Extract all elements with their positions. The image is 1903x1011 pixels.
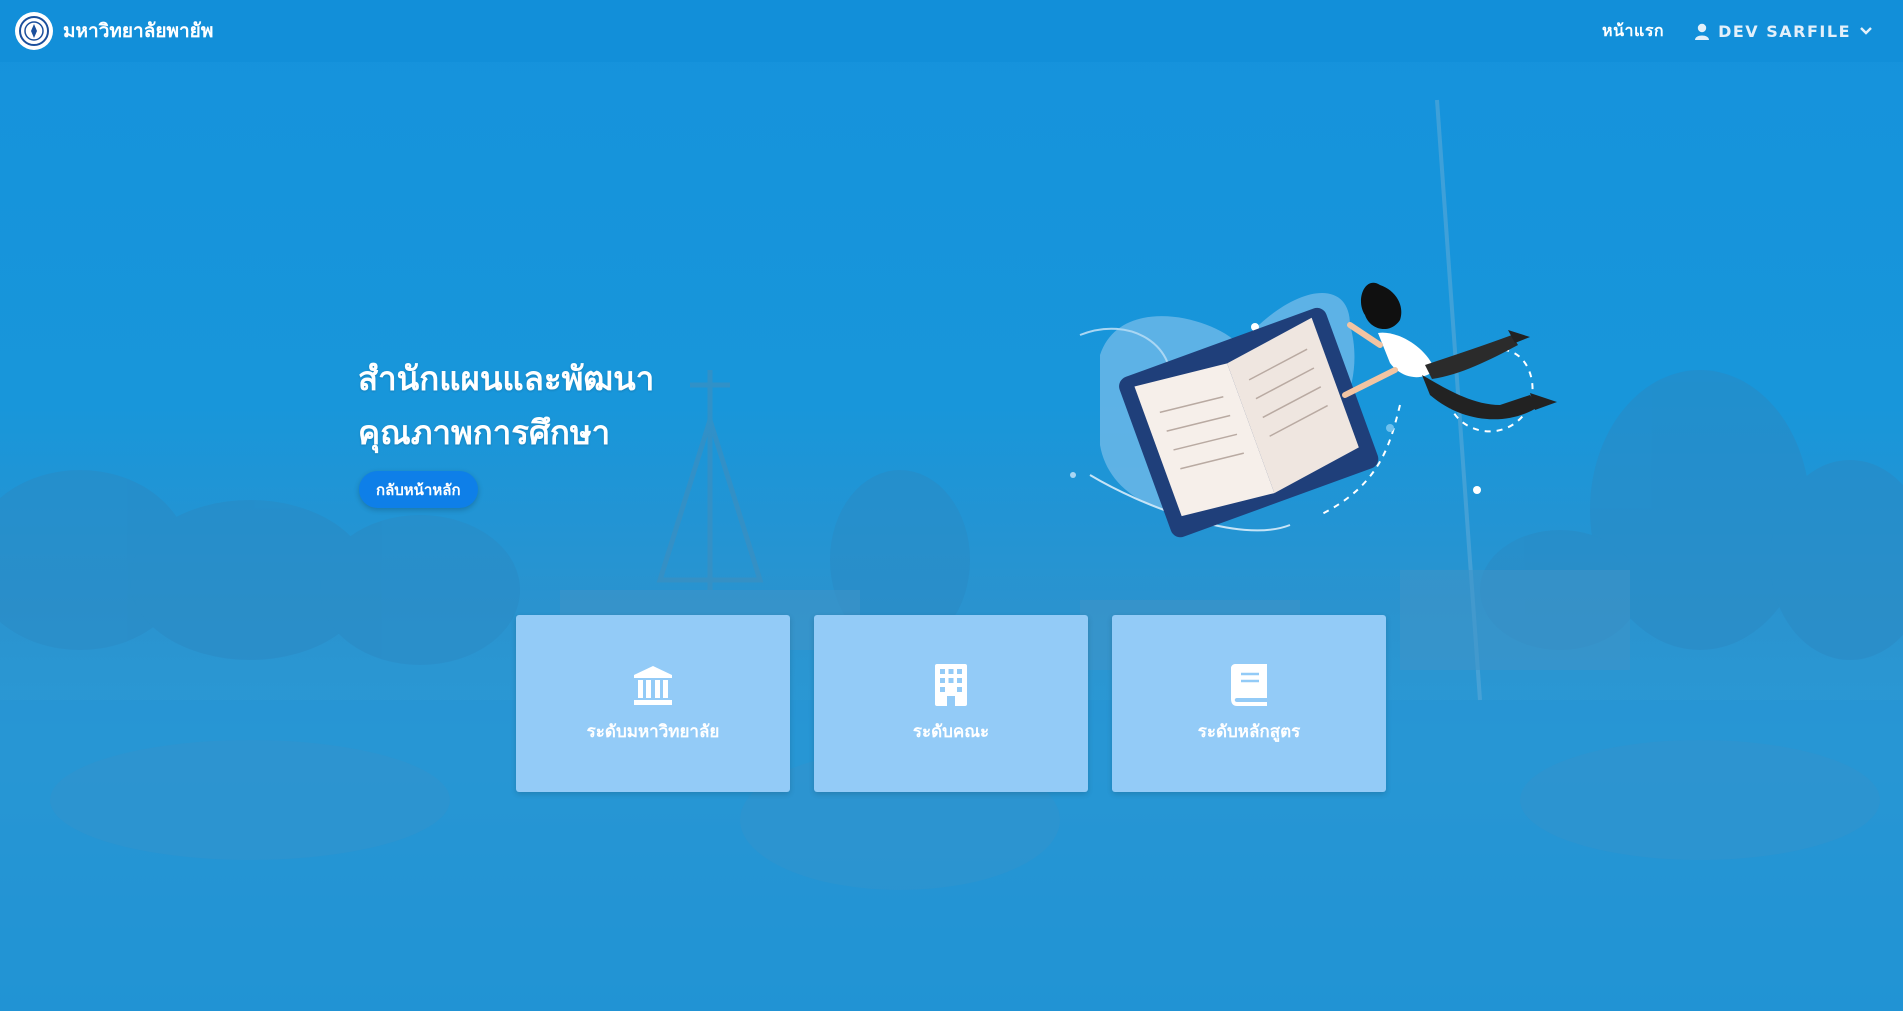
- top-navbar: มหาวิทยาลัยพายัพ หน้าแรก DEV SARFILE: [0, 0, 1903, 62]
- home-link[interactable]: หน้าแรก: [1602, 19, 1664, 44]
- university-logo-icon: [15, 12, 53, 50]
- flying-reader-illustration: [1060, 275, 1580, 599]
- university-icon: [632, 662, 674, 706]
- card-university-level[interactable]: ระดับมหาวิทยาลัย: [516, 615, 790, 792]
- user-name: DEV SARFILE: [1718, 21, 1851, 41]
- user-icon: [1695, 23, 1710, 40]
- brand-name: มหาวิทยาลัยพายัพ: [63, 20, 214, 42]
- card-label: ระดับหลักสูตร: [1197, 722, 1301, 742]
- chevron-down-icon: [1860, 27, 1872, 35]
- back-to-home-button[interactable]: กลับหน้าหลัก: [359, 471, 478, 508]
- level-cards: ระดับมหาวิทยาลัย ระดับคณะ ระดับหลักสูตร: [516, 615, 1386, 792]
- card-label: ระดับคณะ: [912, 722, 990, 742]
- card-faculty-level[interactable]: ระดับคณะ: [814, 615, 1088, 792]
- user-menu[interactable]: DEV SARFILE: [1694, 22, 1873, 41]
- page-title-line-1: สำนักแผนและพัฒนา: [358, 359, 655, 398]
- card-label: ระดับมหาวิทยาลัย: [586, 722, 720, 742]
- background-scenery: [0, 0, 1903, 1011]
- page-title-line-2: คุณภาพการศึกษา: [358, 413, 611, 452]
- brand-link[interactable]: มหาวิทยาลัยพายัพ: [15, 12, 213, 50]
- card-curriculum-level[interactable]: ระดับหลักสูตร: [1112, 615, 1386, 792]
- page-title: สำนักแผนและพัฒนา คุณภาพการศึกษา: [358, 352, 654, 460]
- book-icon: [1231, 662, 1267, 706]
- building-icon: [935, 662, 967, 706]
